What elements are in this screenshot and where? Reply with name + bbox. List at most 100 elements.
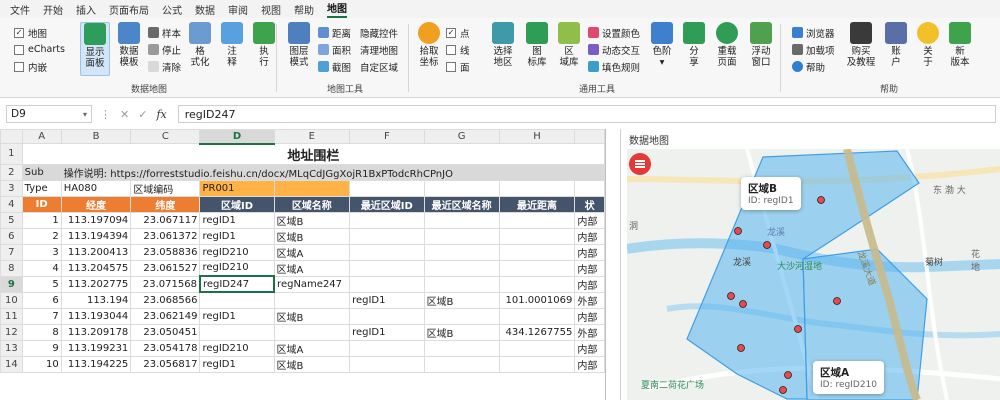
table-cell[interactable] <box>423 227 500 245</box>
share-button[interactable]: 分 享 <box>680 22 708 68</box>
table-cell[interactable]: 113.197094 <box>60 211 132 229</box>
table-cell[interactable]: 区域B <box>273 211 351 229</box>
table-cell[interactable] <box>423 355 500 373</box>
map-point[interactable] <box>794 325 802 333</box>
table-cell[interactable] <box>349 211 425 229</box>
map-point[interactable] <box>779 386 787 394</box>
cell[interactable] <box>349 179 425 197</box>
check-line[interactable]: 线 <box>446 41 470 58</box>
check-point[interactable]: ✓ 点 <box>446 24 470 41</box>
table-cell[interactable]: 101.0001069 <box>498 291 576 309</box>
table-cell[interactable]: regID1 <box>199 355 275 373</box>
table-cell[interactable]: 23.071568 <box>130 275 201 293</box>
table-cell[interactable]: 4 <box>21 259 62 277</box>
region-library-button[interactable]: 区 域库 <box>554 22 584 68</box>
header-status[interactable]: 状 <box>574 195 605 213</box>
type-value-cell[interactable]: HA080 <box>60 179 132 197</box>
row-header[interactable]: 14 <box>0 355 23 373</box>
confirm-icon[interactable]: ✓ <box>138 108 147 121</box>
sub-label-cell[interactable]: Sub <box>21 163 62 181</box>
table-cell[interactable]: 1 <box>21 211 62 229</box>
code-value-cell[interactable]: PR001 <box>199 179 275 197</box>
table-cell[interactable]: 区域A <box>273 243 351 261</box>
about-button[interactable]: 关 于 <box>914 22 942 68</box>
table-cell[interactable]: 23.054178 <box>130 339 201 357</box>
table-cell[interactable]: 113.194 <box>60 291 132 309</box>
clear-map-button[interactable]: 清理地图 <box>360 41 398 58</box>
table-cell[interactable]: 10 <box>21 355 62 373</box>
table-cell[interactable] <box>273 323 351 341</box>
set-color-button[interactable]: 设置颜色 <box>588 24 640 41</box>
table-cell[interactable] <box>423 339 500 357</box>
table-cell[interactable]: 7 <box>21 307 62 325</box>
table-cell[interactable]: 外部 <box>574 323 605 341</box>
table-cell[interactable]: regID210 <box>199 339 275 357</box>
table-cell[interactable] <box>349 275 425 293</box>
row-header[interactable]: 9 <box>0 275 23 293</box>
column-header-c[interactable]: C <box>130 129 201 144</box>
table-cell[interactable] <box>498 259 576 277</box>
column-header-e[interactable]: E <box>273 129 351 144</box>
table-cell[interactable]: 外部 <box>574 291 605 309</box>
column-header-i[interactable] <box>574 129 605 144</box>
map-point[interactable] <box>727 292 735 300</box>
reload-button[interactable]: 重载 页面 <box>712 22 742 68</box>
cell[interactable] <box>273 179 351 197</box>
map-menu-button[interactable] <box>629 153 651 175</box>
table-cell[interactable]: 113.202775 <box>60 275 132 293</box>
menu-page-layout[interactable]: 页面布局 <box>109 2 149 17</box>
purchase-tutorial-button[interactable]: 购买 及教程 <box>844 22 878 68</box>
table-cell[interactable]: 区域B <box>423 291 500 309</box>
table-cell[interactable]: 23.067117 <box>130 211 201 229</box>
row-header[interactable]: 8 <box>0 259 23 277</box>
table-cell[interactable]: regID247 <box>198 275 276 293</box>
instructions-cell[interactable]: 操作说明: https://forreststudio.feishu.cn/do… <box>60 163 605 181</box>
row-header[interactable]: 4 <box>0 195 23 213</box>
table-cell[interactable]: 内部 <box>574 211 605 229</box>
table-cell[interactable] <box>498 339 576 357</box>
stop-button[interactable]: 停止 <box>148 41 181 58</box>
check-embed[interactable]: 内嵌 <box>14 58 65 75</box>
table-cell[interactable]: regID1 <box>199 227 275 245</box>
layer-mode-button[interactable]: 图层 模式 <box>284 22 314 68</box>
function-icon[interactable]: fx <box>156 108 166 121</box>
map-point[interactable] <box>737 344 745 352</box>
row-header[interactable]: 1 <box>0 143 23 165</box>
table-cell[interactable]: 内部 <box>574 355 605 373</box>
table-cell[interactable]: 23.050451 <box>130 323 201 341</box>
table-cell[interactable]: 区域A <box>273 339 351 357</box>
header-region-id[interactable]: 区域ID <box>199 195 275 213</box>
row-header[interactable]: 5 <box>0 211 23 229</box>
header-region-name[interactable]: 区域名称 <box>273 195 351 213</box>
format-button[interactable]: 格 式化 <box>186 22 214 68</box>
menu-review[interactable]: 审阅 <box>228 2 248 17</box>
table-cell[interactable]: 113.200413 <box>60 243 132 261</box>
browser-button[interactable]: 浏览器 <box>792 24 835 41</box>
clear-button[interactable]: 清除 <box>148 58 181 75</box>
account-button[interactable]: 账 户 <box>882 22 910 68</box>
show-panel-button[interactable]: 显示 面板 <box>80 22 110 76</box>
dynamic-interaction-button[interactable]: 动态交互 <box>588 41 640 58</box>
execute-button[interactable]: 执 行 <box>250 22 278 68</box>
header-latitude[interactable]: 纬度 <box>130 195 201 213</box>
row-header[interactable]: 3 <box>0 179 23 197</box>
menu-formulas[interactable]: 公式 <box>162 2 182 17</box>
row-header[interactable]: 12 <box>0 323 23 341</box>
table-cell[interactable]: 5 <box>21 275 62 293</box>
table-cell[interactable]: 9 <box>21 339 62 357</box>
menu-home[interactable]: 开始 <box>43 2 63 17</box>
table-cell[interactable] <box>498 355 576 373</box>
table-cell[interactable]: 区域B <box>273 307 351 325</box>
column-header-d[interactable]: D <box>199 129 275 145</box>
table-cell[interactable] <box>423 243 500 261</box>
table-cell[interactable] <box>498 275 576 293</box>
table-cell[interactable]: 内部 <box>574 339 605 357</box>
row-header[interactable]: 7 <box>0 243 23 261</box>
table-cell[interactable]: regID1 <box>349 291 425 309</box>
table-cell[interactable]: 23.058836 <box>130 243 201 261</box>
table-cell[interactable]: 113.194394 <box>60 227 132 245</box>
menu-help[interactable]: 帮助 <box>294 2 314 17</box>
table-cell[interactable]: regName247 <box>273 275 351 293</box>
table-cell[interactable]: 内部 <box>574 307 605 325</box>
pick-coordinate-button[interactable]: 拾取 坐标 <box>414 22 444 68</box>
